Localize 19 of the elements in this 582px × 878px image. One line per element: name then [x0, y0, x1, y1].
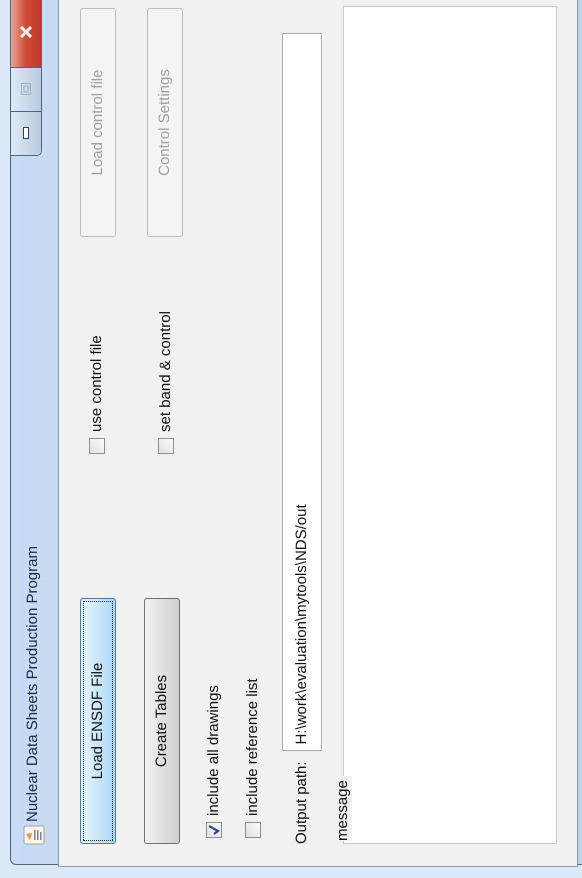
output-path-label: Output path: — [292, 761, 311, 844]
close-button[interactable] — [11, 0, 41, 67]
app-icon — [23, 825, 45, 845]
action-button[interactable]: Load ENSDF File — [80, 598, 116, 844]
maximize-button[interactable] — [11, 67, 41, 111]
checkbox[interactable] — [244, 822, 261, 838]
checkbox-label: set band & control — [156, 311, 174, 432]
output-path-field[interactable]: H:\work\evaluation\mytools\NDS/out — [282, 33, 322, 752]
minimize-icon — [23, 128, 29, 140]
checkbox-label: include reference list — [242, 678, 262, 816]
checkbox-label: include all drawings — [204, 685, 223, 816]
action-button[interactable]: Create Tables — [144, 598, 180, 844]
checkbox[interactable] — [206, 822, 222, 838]
close-icon — [20, 25, 32, 39]
checkbox[interactable] — [89, 438, 106, 454]
checkbox[interactable] — [158, 438, 174, 454]
checkbox-label: use control file — [87, 335, 106, 432]
maximize-icon — [21, 84, 31, 96]
window-title: Nuclear Data Sheets Production Program — [23, 546, 42, 822]
